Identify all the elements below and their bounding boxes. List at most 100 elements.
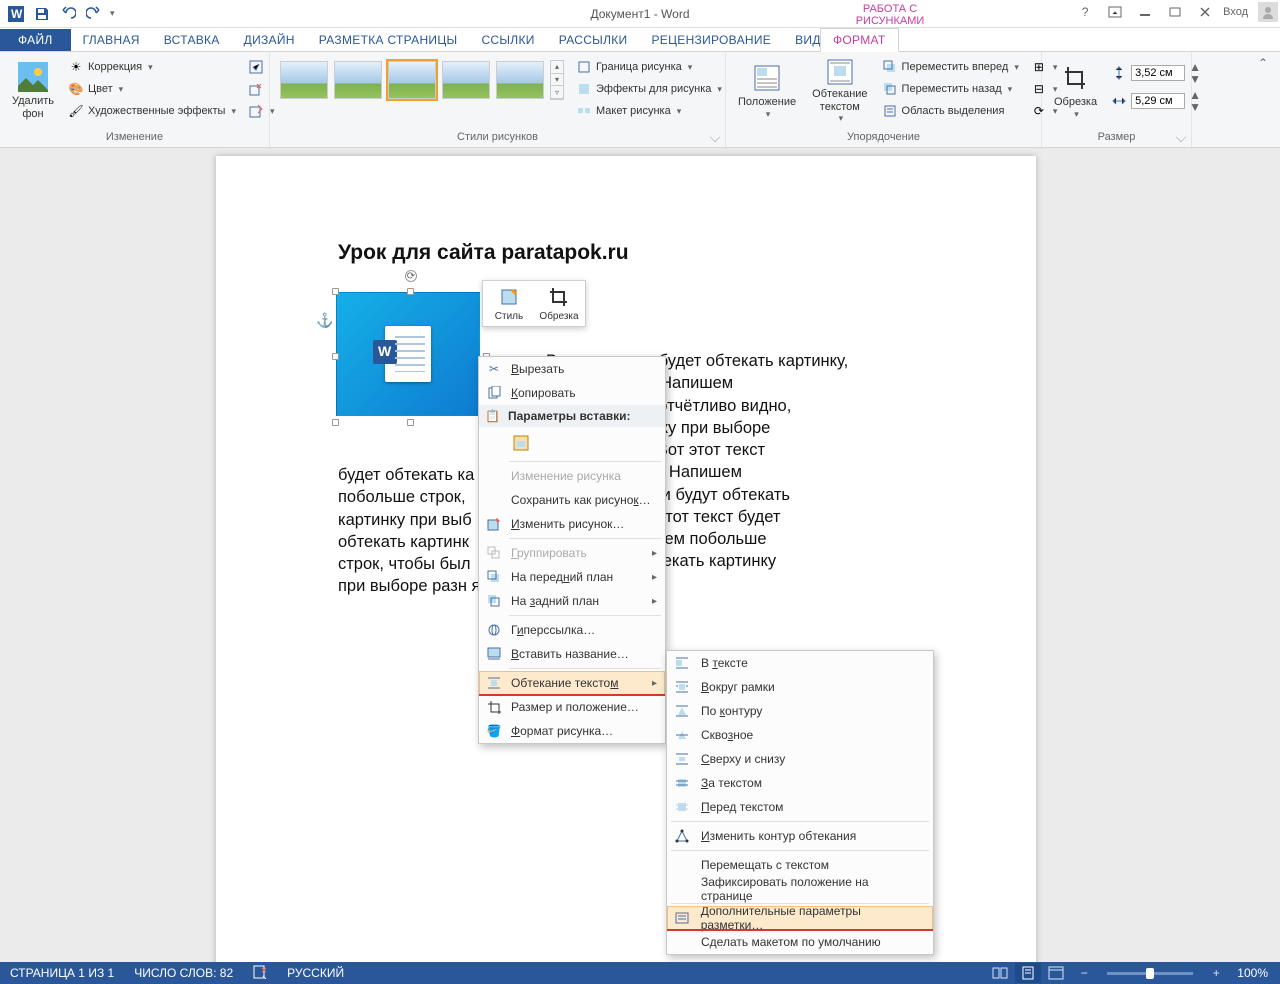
width-field[interactable] <box>1131 93 1185 109</box>
tab-page-layout[interactable]: РАЗМЕТКА СТРАНИЦЫ <box>307 29 470 51</box>
position-button[interactable]: Положение▾ <box>732 56 802 126</box>
word-app-icon[interactable]: W <box>4 2 28 26</box>
resize-handle[interactable] <box>407 288 414 295</box>
ctx-paste-header: 📋Параметры вставки: <box>479 405 665 427</box>
wrap-in-front[interactable]: Перед текстом <box>667 795 933 819</box>
color-button[interactable]: 🎨Цвет▾ <box>64 78 240 100</box>
zoom-slider[interactable] <box>1107 972 1193 975</box>
ctx-bring-to-front[interactable]: На передний план▸ <box>479 565 665 589</box>
style-thumb[interactable] <box>496 61 544 99</box>
undo-icon[interactable] <box>56 2 80 26</box>
style-thumb[interactable] <box>442 61 490 99</box>
wrap-square[interactable]: Вокруг рамки <box>667 675 933 699</box>
wrap-fix-position[interactable]: Зафиксировать положение на странице <box>667 877 933 901</box>
signin-link[interactable]: Вход <box>1223 6 1248 18</box>
corrections-button[interactable]: ☀Коррекция▾ <box>64 56 240 78</box>
ctx-wrap-text[interactable]: Обтекание текстом▸ <box>479 671 665 695</box>
view-web-icon[interactable] <box>1043 963 1069 983</box>
tab-home[interactable]: ГЛАВНАЯ <box>71 29 152 51</box>
status-language[interactable]: РУССКИЙ <box>277 966 354 980</box>
width-input[interactable]: ▲▼ <box>1107 90 1205 112</box>
ctx-hyperlink[interactable]: Гиперссылка… <box>479 618 665 642</box>
selection-pane-button[interactable]: Область выделения <box>878 100 1023 122</box>
paste-option-picture[interactable] <box>509 431 533 455</box>
tab-references[interactable]: ССЫЛКИ <box>469 29 546 51</box>
height-input[interactable]: ▲▼ <box>1107 62 1205 84</box>
close-icon[interactable] <box>1193 2 1217 22</box>
wrap-text-submenu: В тексте Вокруг рамки По контуру Сквозно… <box>666 650 934 955</box>
picture-styles-gallery[interactable]: ▴▾▿ <box>276 56 568 104</box>
ctx-size-position[interactable]: Размер и положение… <box>479 695 665 719</box>
ribbon-display-icon[interactable] <box>1103 2 1127 22</box>
ctx-edit-picture[interactable]: Изменить рисунок… <box>479 512 665 536</box>
ctx-format-picture[interactable]: 🪣Формат рисунка… <box>479 719 665 743</box>
picture-border-button[interactable]: Граница рисунка▾ <box>572 56 726 78</box>
picture-effects-button[interactable]: Эффекты для рисунка▾ <box>572 78 726 100</box>
status-spellcheck-icon[interactable] <box>243 965 277 982</box>
ctx-insert-caption[interactable]: Вставить название… <box>479 642 665 666</box>
resize-handle[interactable] <box>332 353 339 360</box>
ctx-group: Группировать▸ <box>479 541 665 565</box>
zoom-in-icon[interactable]: + <box>1203 963 1229 983</box>
wrap-edit-points[interactable]: Изменить контур обтекания <box>667 824 933 848</box>
height-field[interactable] <box>1131 65 1185 81</box>
zoom-thumb[interactable] <box>1146 968 1154 979</box>
contextual-tab-label: РАБОТА С РИСУНКАМИ <box>830 3 950 27</box>
resize-handle[interactable] <box>407 419 414 426</box>
selected-picture[interactable]: ⚓ ⟳ <box>336 292 486 422</box>
doc-heading: Урок для сайта paratapok.ru <box>338 241 629 265</box>
zoom-level[interactable]: 100% <box>1231 966 1274 980</box>
bring-forward-button[interactable]: Переместить вперед▾ <box>878 56 1023 78</box>
rotate-handle[interactable]: ⟳ <box>405 270 417 282</box>
wrap-inline[interactable]: В тексте <box>667 651 933 675</box>
tab-review[interactable]: РЕЦЕНЗИРОВАНИЕ <box>639 29 783 51</box>
artistic-effects-button[interactable]: 🖌Художественные эффекты▾ <box>64 100 240 122</box>
wrap-set-default[interactable]: Сделать макетом по умолчанию <box>667 930 933 954</box>
save-icon[interactable] <box>30 2 54 26</box>
mini-toolbar: Стиль Обрезка <box>482 280 586 327</box>
ctx-cut[interactable]: ✂Вырезать <box>479 357 665 381</box>
tab-format[interactable]: ФОРМАТ <box>820 28 899 52</box>
style-thumb-selected[interactable] <box>388 61 436 99</box>
mini-crop-button[interactable]: Обрезка <box>537 285 581 322</box>
style-thumb[interactable] <box>334 61 382 99</box>
wrap-tight[interactable]: По контуру <box>667 699 933 723</box>
avatar-icon[interactable] <box>1258 2 1278 22</box>
send-backward-button[interactable]: Переместить назад▾ <box>878 78 1023 100</box>
status-word-count[interactable]: ЧИСЛО СЛОВ: 82 <box>124 966 243 980</box>
resize-handle[interactable] <box>332 419 339 426</box>
style-thumb[interactable] <box>280 61 328 99</box>
view-read-icon[interactable] <box>987 963 1013 983</box>
qat-customize-icon[interactable]: ▾ <box>110 8 115 19</box>
wrap-text-button[interactable]: Обтекание текстом▾ <box>806 56 873 126</box>
status-page[interactable]: СТРАНИЦА 1 ИЗ 1 <box>0 966 124 980</box>
picture-layout-button[interactable]: Макет рисунка▾ <box>572 100 726 122</box>
collapse-ribbon-icon[interactable]: ⌃ <box>1252 52 1274 74</box>
wrap-move-with-text[interactable]: Перемещать с текстом <box>667 853 933 877</box>
minimize-icon[interactable] <box>1133 2 1157 22</box>
wrap-top-bottom[interactable]: Сверху и снизу <box>667 747 933 771</box>
wrap-behind[interactable]: За текстом <box>667 771 933 795</box>
ctx-save-as-picture[interactable]: Сохранить как рисунок… <box>479 488 665 512</box>
context-menu: ✂Вырезать Копировать 📋Параметры вставки:… <box>478 356 666 744</box>
maximize-icon[interactable] <box>1163 2 1187 22</box>
mini-style-button[interactable]: Стиль <box>487 285 531 322</box>
wrap-through[interactable]: Сквозное <box>667 723 933 747</box>
gallery-scroll[interactable]: ▴▾▿ <box>550 60 564 100</box>
zoom-out-icon[interactable]: − <box>1071 963 1097 983</box>
redo-icon[interactable] <box>82 2 106 26</box>
window-title: Документ1 - Word <box>590 7 689 21</box>
help-icon[interactable]: ? <box>1073 2 1097 22</box>
resize-handle[interactable] <box>332 288 339 295</box>
anchor-icon[interactable]: ⚓ <box>316 312 330 326</box>
tab-mailings[interactable]: РАССЫЛКИ <box>547 29 640 51</box>
ctx-send-to-back[interactable]: На задний план▸ <box>479 589 665 613</box>
tab-insert[interactable]: ВСТАВКА <box>152 29 232 51</box>
crop-button[interactable]: Обрезка▾ <box>1048 56 1103 126</box>
tab-design[interactable]: ДИЗАЙН <box>232 29 307 51</box>
wrap-more-layout-options[interactable]: Дополнительные параметры разметки… <box>667 906 933 930</box>
remove-background-button[interactable]: Удалить фон <box>6 56 60 126</box>
ctx-copy[interactable]: Копировать <box>479 381 665 405</box>
tab-file[interactable]: ФАЙЛ <box>0 29 71 51</box>
view-print-icon[interactable] <box>1015 963 1041 983</box>
